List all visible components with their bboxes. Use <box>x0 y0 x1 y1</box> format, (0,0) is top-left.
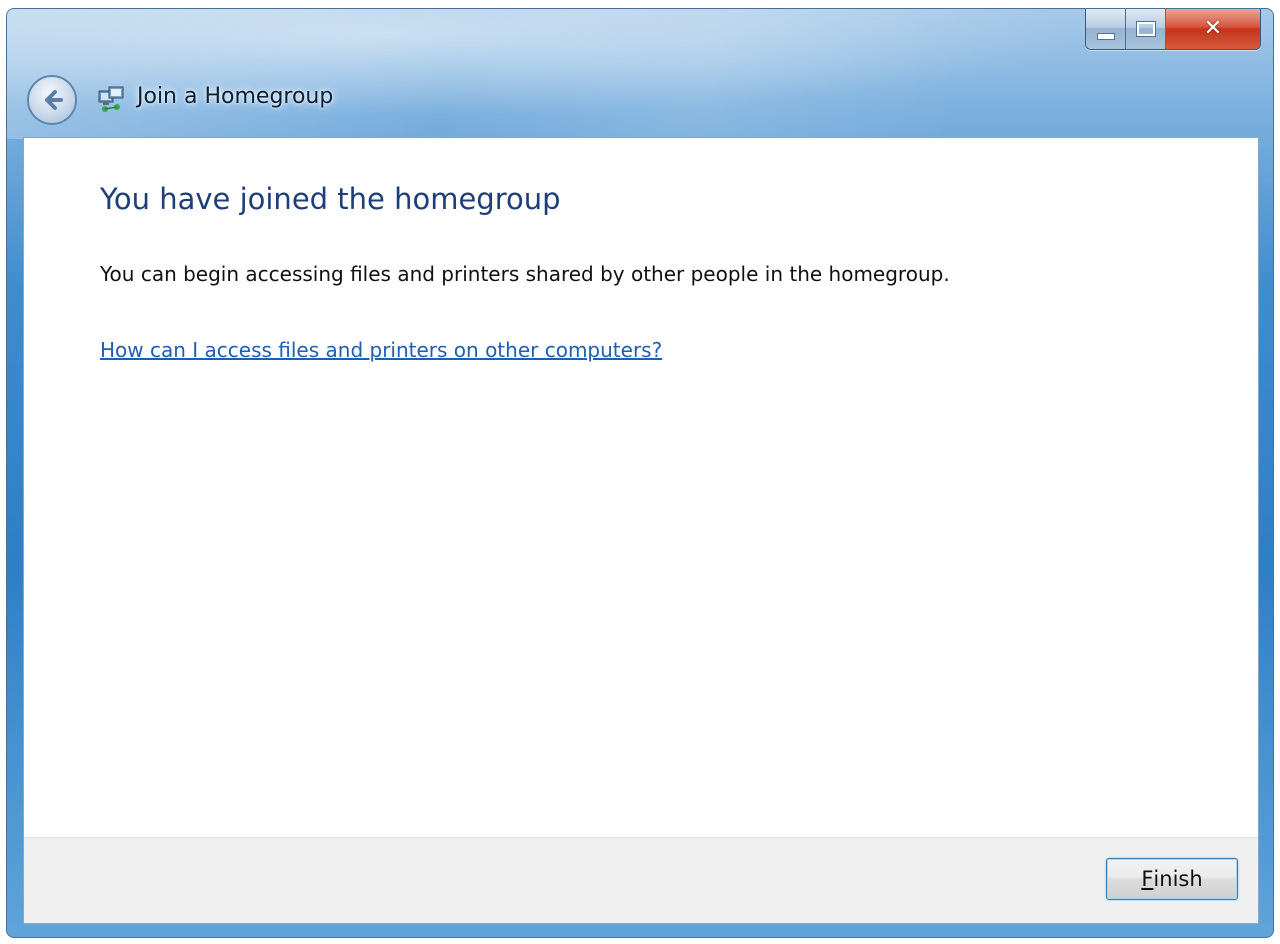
window-title: Join a Homegroup <box>137 84 334 109</box>
help-link[interactable]: How can I access files and printers on o… <box>100 338 662 362</box>
description-text: You can begin accessing files and printe… <box>100 262 950 286</box>
window-frame: ✕ Join a Homegroup You have joined the h… <box>6 8 1274 938</box>
footer-bar: Finish <box>24 837 1258 923</box>
close-icon: ✕ <box>1203 16 1223 41</box>
back-arrow-icon <box>45 90 63 110</box>
title-bar-glass <box>7 9 1273 139</box>
finish-label: inish <box>1153 867 1203 891</box>
close-button[interactable]: ✕ <box>1166 9 1260 49</box>
page-heading: You have joined the homegroup <box>100 182 561 216</box>
maximize-icon <box>1135 21 1156 37</box>
caption-buttons: ✕ <box>1085 9 1261 50</box>
content-pane: You have joined the homegroup You can be… <box>23 137 1259 924</box>
minimize-icon <box>1096 32 1115 40</box>
minimize-button[interactable] <box>1086 9 1126 49</box>
homegroup-icon <box>98 86 124 112</box>
back-button[interactable] <box>27 75 77 125</box>
finish-button[interactable]: Finish <box>1106 858 1238 900</box>
maximize-button[interactable] <box>1126 9 1166 49</box>
finish-accelerator: F <box>1141 867 1154 891</box>
